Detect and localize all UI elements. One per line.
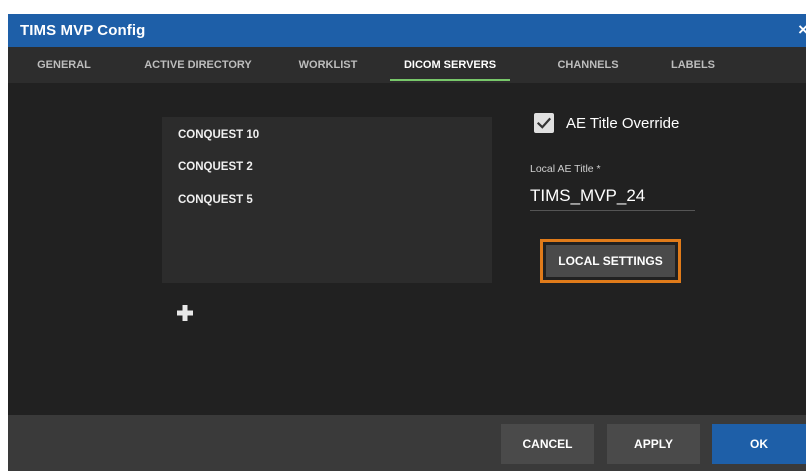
add-server-button[interactable] xyxy=(174,302,196,324)
tab-label: CHANNELS xyxy=(557,59,619,71)
ae-title-override-checkbox[interactable] xyxy=(534,113,554,133)
tab-active-directory[interactable]: ACTIVE DIRECTORY xyxy=(134,47,262,83)
ok-button[interactable]: OK xyxy=(712,424,806,464)
config-dialog: TIMS MVP Config × GENERAL ACTIVE DIRECTO… xyxy=(8,14,806,471)
apply-button[interactable]: APPLY xyxy=(607,424,700,464)
dicom-server-list: CONQUEST 10 CONQUEST 2 CONQUEST 5 xyxy=(162,117,492,283)
list-item[interactable]: CONQUEST 5 xyxy=(178,194,253,206)
tab-label: GENERAL xyxy=(37,59,91,71)
active-tab-indicator xyxy=(390,79,510,81)
local-ae-title-field[interactable] xyxy=(530,182,695,211)
local-settings-button[interactable]: LOCAL SETTINGS xyxy=(546,245,675,277)
tab-bar: GENERAL ACTIVE DIRECTORY WORKLIST DICOM … xyxy=(8,47,806,83)
tab-channels[interactable]: CHANNELS xyxy=(543,47,633,83)
tab-label: DICOM SERVERS xyxy=(403,59,497,71)
close-icon[interactable]: × xyxy=(798,20,806,40)
dialog-footer: CANCEL APPLY OK xyxy=(8,415,806,471)
plus-icon xyxy=(177,305,193,321)
title-bar: TIMS MVP Config × xyxy=(8,14,806,47)
ae-title-override-label: AE Title Override xyxy=(566,115,680,132)
tab-dicom-servers[interactable]: DICOM SERVERS xyxy=(390,47,510,83)
tab-label: ACTIVE DIRECTORY xyxy=(144,59,252,71)
list-item[interactable]: CONQUEST 10 xyxy=(178,129,259,141)
list-item[interactable]: CONQUEST 2 xyxy=(178,161,253,173)
local-ae-title-label: Local AE Title * xyxy=(530,163,601,175)
cancel-button[interactable]: CANCEL xyxy=(501,424,594,464)
tab-labels[interactable]: LABELS xyxy=(663,47,723,83)
tab-label: LABELS xyxy=(671,59,715,71)
checkmark-icon xyxy=(536,117,552,129)
tab-worklist[interactable]: WORKLIST xyxy=(294,47,362,83)
tab-general[interactable]: GENERAL xyxy=(30,47,98,83)
tab-label: WORKLIST xyxy=(298,59,358,71)
window-title: TIMS MVP Config xyxy=(20,22,146,39)
